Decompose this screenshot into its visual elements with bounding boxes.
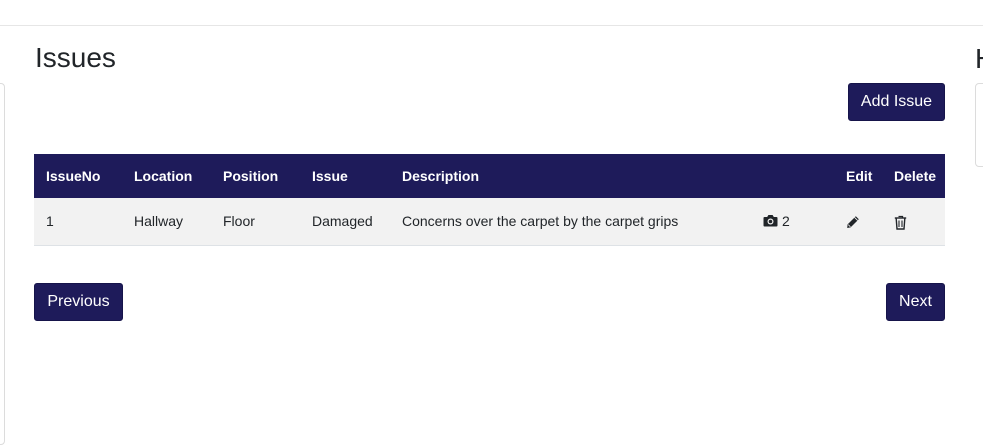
header-photos — [751, 154, 834, 198]
cell-position: Floor — [223, 213, 255, 230]
right-panel-heading: H — [975, 43, 983, 75]
photos-link[interactable]: 2 — [763, 213, 790, 229]
previous-button[interactable]: Previous — [34, 283, 123, 321]
add-issue-button[interactable]: Add Issue — [848, 83, 945, 121]
header-issue-no[interactable]: IssueNo — [34, 154, 122, 198]
issues-table: IssueNo Location Position Issue Descript… — [34, 154, 945, 246]
right-panel-edge — [975, 83, 983, 167]
page-title: Issues — [35, 42, 116, 73]
cell-photos: 2 — [751, 198, 834, 245]
header-description[interactable]: Description — [390, 154, 751, 198]
header-issue[interactable]: Issue — [300, 154, 390, 198]
cell-issue: Damaged — [312, 213, 373, 230]
top-navbar — [0, 0, 983, 26]
cell-description: Concerns over the carpet by the carpet g… — [402, 213, 679, 230]
header-delete: Delete — [894, 168, 937, 184]
left-panel-edge — [0, 83, 5, 445]
camera-icon — [763, 214, 778, 227]
photo-count: 2 — [782, 212, 790, 229]
next-button[interactable]: Next — [886, 283, 945, 321]
header-location[interactable]: Location — [122, 154, 211, 198]
header-position[interactable]: Position — [211, 154, 300, 198]
cell-edit — [834, 198, 882, 245]
table-row: 1 Hallway Floor Damaged Concerns over th… — [34, 198, 945, 245]
cell-location: Hallway — [134, 213, 184, 230]
header-edit: Edit — [846, 168, 873, 184]
table-header-row: IssueNo Location Position Issue Descript… — [34, 154, 945, 198]
trash-icon[interactable] — [894, 215, 907, 230]
cell-issue-no: 1 — [46, 213, 54, 230]
pencil-icon[interactable] — [846, 215, 860, 229]
cell-delete — [882, 198, 945, 245]
